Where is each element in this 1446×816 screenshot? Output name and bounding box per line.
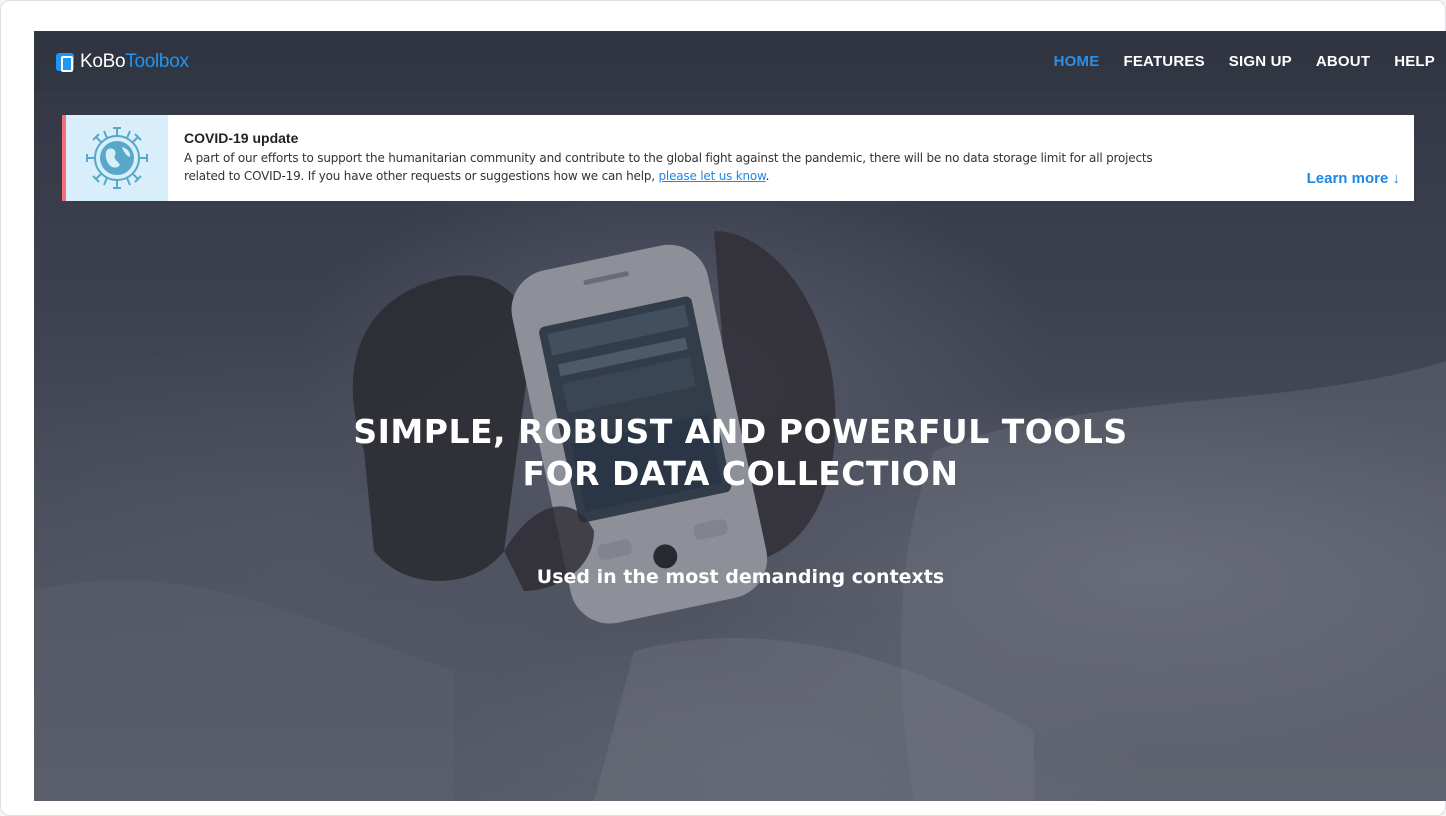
logo-text: KoBoToolbox [80, 51, 189, 73]
nav-item-about[interactable]: ABOUT [1316, 51, 1370, 73]
top-navigation-bar: KoBoToolbox HOME FEATURES SIGN UP ABOUT … [34, 31, 1446, 91]
kobotoolbox-logo[interactable]: KoBoToolbox [56, 51, 189, 73]
browser-frame: KoBoToolbox HOME FEATURES SIGN UP ABOUT … [0, 0, 1446, 816]
nav-item-sign-up[interactable]: SIGN UP [1229, 51, 1292, 73]
main-nav: HOME FEATURES SIGN UP ABOUT HELP [1054, 51, 1435, 73]
banner-body-line2: related to COVID-19. If you have other r… [184, 169, 659, 183]
logo-text-kobo: KoBo [80, 51, 126, 72]
covid-banner: COVID-19 update A part of our efforts to… [62, 115, 1414, 201]
contact-link[interactable]: please let us know [659, 169, 766, 183]
banner-body-line1: A part of our efforts to support the hum… [184, 151, 1153, 165]
banner-title: COVID-19 update [184, 130, 299, 146]
headline-line2: FOR DATA COLLECTION [522, 454, 959, 493]
banner-body: A part of our efforts to support the hum… [184, 149, 1258, 185]
hero-subline: Used in the most demanding contexts [536, 566, 945, 588]
learn-more-link[interactable]: Learn more ↓ [1307, 169, 1400, 189]
globe-virus-icon [86, 127, 148, 189]
banner-icon-box [66, 115, 168, 201]
logo-text-toolbox: Toolbox [125, 51, 189, 72]
hero-section: KoBoToolbox HOME FEATURES SIGN UP ABOUT … [34, 31, 1446, 801]
banner-text: COVID-19 update A part of our efforts to… [168, 115, 1258, 201]
nav-item-features[interactable]: FEATURES [1123, 51, 1204, 73]
banner-body-end: . [765, 169, 770, 183]
nav-item-home[interactable]: HOME [1054, 51, 1100, 73]
headline-line1: SIMPLE, ROBUST AND POWERFUL TOOLS [353, 412, 1128, 451]
hero-headline: SIMPLE, ROBUST AND POWERFUL TOOLS FOR DA… [34, 411, 1446, 495]
nav-item-help[interactable]: HELP [1394, 51, 1435, 73]
kobo-logo-icon [56, 53, 74, 72]
